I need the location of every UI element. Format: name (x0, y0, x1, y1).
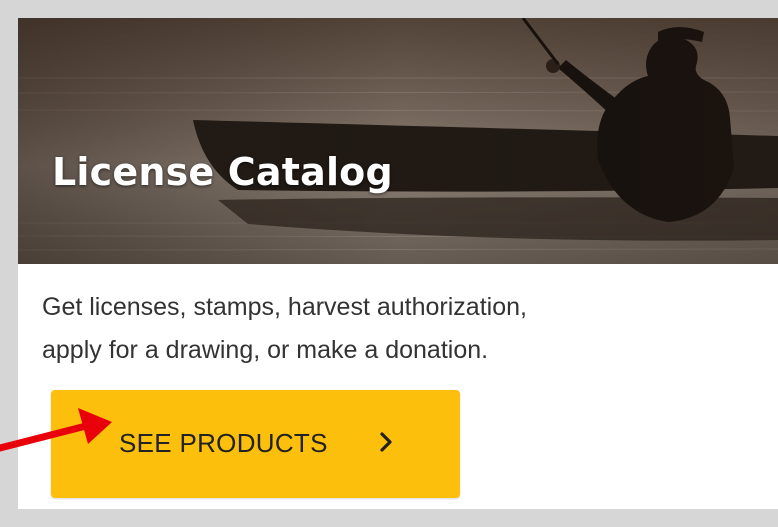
red-arrow-icon (0, 400, 120, 465)
hero-image: License Catalog (18, 18, 778, 264)
angler-kayak-photo (18, 18, 778, 264)
chevron-right-icon (379, 431, 393, 458)
description-line-1: Get licenses, stamps, harvest authorizat… (42, 293, 527, 321)
description-line-2: apply for a drawing, or make a donation. (42, 336, 489, 364)
license-catalog-card: License Catalog Get licenses, stamps, ha… (18, 18, 778, 509)
card-description: Get licenses, stamps, harvest authorizat… (42, 286, 742, 372)
see-products-label: SEE PRODUCTS (119, 428, 328, 458)
card-title: License Catalog (52, 150, 393, 194)
